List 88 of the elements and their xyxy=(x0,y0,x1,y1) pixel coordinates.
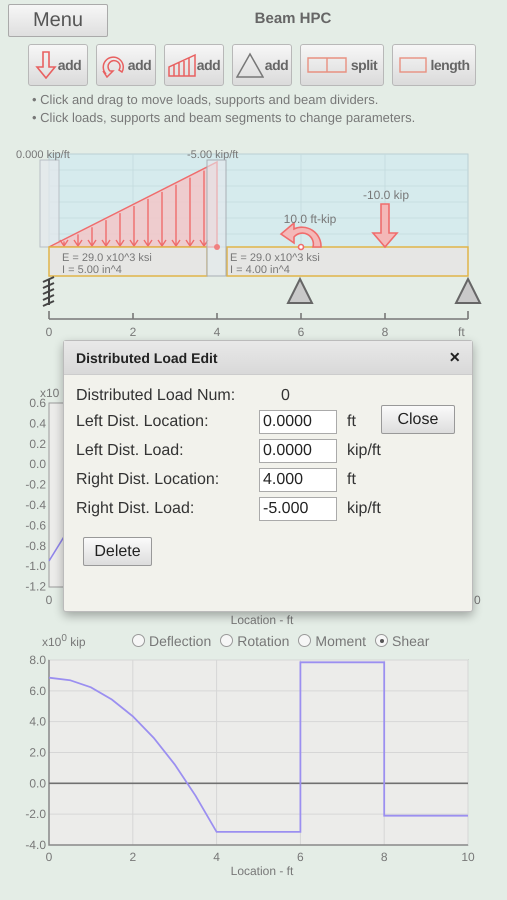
tick-label: -0.4 xyxy=(25,498,46,512)
tick-label: 0 xyxy=(46,850,52,864)
tick-label: 4 xyxy=(213,850,220,864)
down-arrow-icon xyxy=(34,51,57,79)
tool-button[interactable]: add xyxy=(164,44,224,86)
tool-button[interactable]: add xyxy=(28,44,88,86)
bars-icon xyxy=(168,53,196,77)
tick-label: 6 xyxy=(297,850,304,864)
axis-label: ft xyxy=(458,325,465,339)
tool-button[interactable]: add xyxy=(96,44,156,86)
input-field[interactable]: -5.000 xyxy=(259,497,337,521)
beam-segment[interactable] xyxy=(48,246,208,277)
tick-label: 0.4 xyxy=(29,416,46,430)
unit-label: ft xyxy=(347,413,357,431)
result-option[interactable]: Rotation xyxy=(220,632,290,648)
tool-button[interactable]: length xyxy=(392,44,476,86)
axis-label: 0 xyxy=(46,325,52,339)
hint-text: • Click and drag to move loads, supports and beam dividers. xyxy=(32,92,380,107)
tick-label: 0 xyxy=(46,593,52,607)
hint-text: • Click loads, supports and beam segments to change parameters. xyxy=(32,110,416,125)
tick-label: 8.0 xyxy=(29,653,46,667)
field-label: Distributed Load Num: xyxy=(76,387,236,405)
load-handle[interactable] xyxy=(40,160,60,248)
input-field[interactable]: 0.0000 xyxy=(259,439,337,463)
tick-label: 0 xyxy=(474,593,481,607)
load-label: 0.000 kip/ft xyxy=(16,149,70,161)
tick-label: -1.2 xyxy=(25,580,46,594)
load-number: 0 xyxy=(280,387,291,405)
tick-label: 0.0 xyxy=(29,776,46,790)
tool-button[interactable]: add xyxy=(232,44,292,86)
segment-property: E = 29.0 x10^3 ksi xyxy=(230,252,320,264)
moment-label: 10.0 ft-kip xyxy=(284,212,336,226)
field-label: Left Dist. Load: xyxy=(76,442,185,460)
tick-label: 8 xyxy=(380,850,388,864)
tick-label: 6.0 xyxy=(29,684,46,698)
rectangle-icon xyxy=(398,57,426,73)
tick-label: -1.0 xyxy=(25,559,46,574)
tick-label: -0.6 xyxy=(25,518,46,532)
tick-label: 2 xyxy=(129,850,136,864)
point-load[interactable] xyxy=(371,203,399,248)
load-point xyxy=(214,244,220,250)
result-option[interactable]: Deflection xyxy=(132,632,212,648)
unit-label: ft xyxy=(347,471,357,489)
menu-button[interactable]: Menu xyxy=(8,4,108,36)
axis-label: 2 xyxy=(130,325,136,339)
input-field[interactable]: 4.000 xyxy=(259,468,337,492)
beam-segment[interactable] xyxy=(226,246,469,277)
axis-label: 6 xyxy=(298,325,304,339)
radio-button[interactable] xyxy=(220,634,234,647)
app-title: Beam HPC xyxy=(254,10,332,27)
result-option[interactable]: Shear xyxy=(375,632,430,648)
distributed-load[interactable] xyxy=(48,160,218,248)
tool-button[interactable]: split xyxy=(300,44,384,86)
tick-label: -0.2 xyxy=(25,478,46,492)
tick-label: -0.8 xyxy=(25,538,46,553)
axis-label: 8 xyxy=(382,325,388,339)
axis-title: Location - ft xyxy=(230,613,294,627)
field-label: Left Dist. Location: xyxy=(76,413,210,431)
field-label: Right Dist. Location: xyxy=(76,471,220,489)
tick-label: 10 xyxy=(461,850,475,864)
radio-button[interactable] xyxy=(298,634,312,647)
fixed-support[interactable] xyxy=(42,276,55,307)
result-option[interactable]: Moment xyxy=(298,632,366,648)
radio-button[interactable] xyxy=(132,634,145,647)
tick-label: -2.0 xyxy=(25,807,46,822)
tick-label: 4.0 xyxy=(29,714,46,729)
radio-button[interactable] xyxy=(375,634,388,647)
segment-property: E = 29.0 x10^3 ksi xyxy=(62,252,152,264)
axis-title: Location - ft xyxy=(230,864,294,878)
close-button[interactable]: Close xyxy=(380,405,455,434)
segment-property: I = 5.00 in^4 xyxy=(62,264,122,276)
tick-label: 2.0 xyxy=(29,746,46,760)
tick-label: 0.2 xyxy=(29,436,46,451)
unit-label: kip/ft xyxy=(347,500,381,518)
field-label: Right Dist. Load: xyxy=(76,500,196,518)
triangle-icon xyxy=(236,52,264,78)
dialog-title: Distributed Load Edit xyxy=(76,350,218,366)
unit-label: kip/ft xyxy=(347,442,381,460)
segment-property: I = 4.00 in^4 xyxy=(230,264,290,276)
input-field[interactable]: 0.0000 xyxy=(259,410,337,434)
unit-label: x10$^{0}$ kip xyxy=(42,632,87,648)
tick-label: 0.0 xyxy=(29,457,46,472)
pin-support[interactable] xyxy=(454,276,482,304)
load-label: -5.00 kip/ft xyxy=(187,149,238,161)
delete-button[interactable]: Delete xyxy=(83,537,152,566)
point-load-label: -10.0 kip xyxy=(362,188,410,202)
tick-label: -4.0 xyxy=(25,838,46,852)
axis-label: 4 xyxy=(214,325,220,339)
